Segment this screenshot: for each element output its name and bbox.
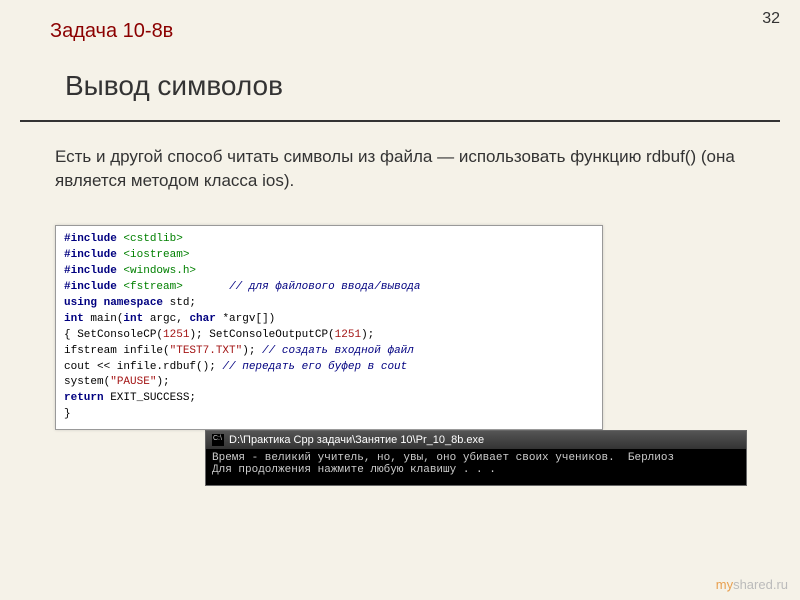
- console-line: Для продолжения нажмите любую клавишу . …: [212, 464, 496, 476]
- code-text: );: [361, 329, 374, 341]
- brace: }: [64, 408, 71, 420]
- console-line: Время - великий учитель, но, увы, оно уб…: [212, 452, 674, 464]
- console-icon: [212, 434, 224, 446]
- task-label: Задача 10-8в: [50, 20, 173, 43]
- include-header: <cstdlib>: [123, 233, 182, 245]
- console-titlebar: D:\Практика Cpp задачи\Занятие 10\Pr_10_…: [206, 431, 746, 449]
- console-body: Время - великий учитель, но, увы, оно уб…: [206, 449, 746, 485]
- include-kw: #include: [64, 265, 117, 277]
- code-string: "TEST7.TXT": [170, 345, 243, 357]
- code-text: );: [242, 345, 255, 357]
- code-text: SetConsoleCP(: [71, 329, 163, 341]
- int-kw: int: [64, 313, 84, 325]
- divider: [20, 120, 780, 122]
- code-string: "PAUSE": [110, 376, 156, 388]
- include-kw: #include: [64, 233, 117, 245]
- slide-title: Вывод символов: [65, 70, 283, 102]
- code-text: cout << infile.rdbuf();: [64, 361, 216, 373]
- console-window: D:\Практика Cpp задачи\Занятие 10\Pr_10_…: [205, 430, 747, 486]
- include-header: <iostream>: [123, 249, 189, 261]
- code-text: );: [156, 376, 169, 388]
- code-comment: // передать его буфер в cout: [216, 361, 407, 373]
- int-kw: int: [123, 313, 143, 325]
- code-comment: // для файлового ввода/вывода: [229, 281, 420, 293]
- code-block: #include <cstdlib> #include <iostream> #…: [55, 225, 603, 430]
- console-title: D:\Практика Cpp задачи\Занятие 10\Pr_10_…: [229, 434, 484, 446]
- include-kw: #include: [64, 281, 117, 293]
- code-number: 1251: [163, 329, 189, 341]
- include-header: <fstream>: [123, 281, 182, 293]
- include-kw: #include: [64, 249, 117, 261]
- code-text: std;: [163, 297, 196, 309]
- code-text: system(: [64, 376, 110, 388]
- return-kw: return: [64, 392, 104, 404]
- code-text: ifstream infile(: [64, 345, 170, 357]
- using-kw: using namespace: [64, 297, 163, 309]
- code-comment: // создать входной файл: [255, 345, 413, 357]
- include-header: <windows.h>: [123, 265, 196, 277]
- watermark: myshared.ru: [716, 577, 788, 592]
- char-kw: char: [189, 313, 215, 325]
- watermark-prefix: my: [716, 577, 733, 592]
- watermark-suffix: shared.ru: [733, 577, 788, 592]
- code-text: main(: [84, 313, 124, 325]
- description-text: Есть и другой способ читать символы из ф…: [55, 145, 745, 193]
- code-number: 1251: [335, 329, 361, 341]
- code-text: EXIT_SUCCESS;: [104, 392, 196, 404]
- brace: {: [64, 329, 71, 341]
- code-text: *argv[]): [216, 313, 275, 325]
- code-text: ); SetConsoleOutputCP(: [189, 329, 334, 341]
- page-number: 32: [762, 10, 780, 28]
- code-text: argc,: [143, 313, 189, 325]
